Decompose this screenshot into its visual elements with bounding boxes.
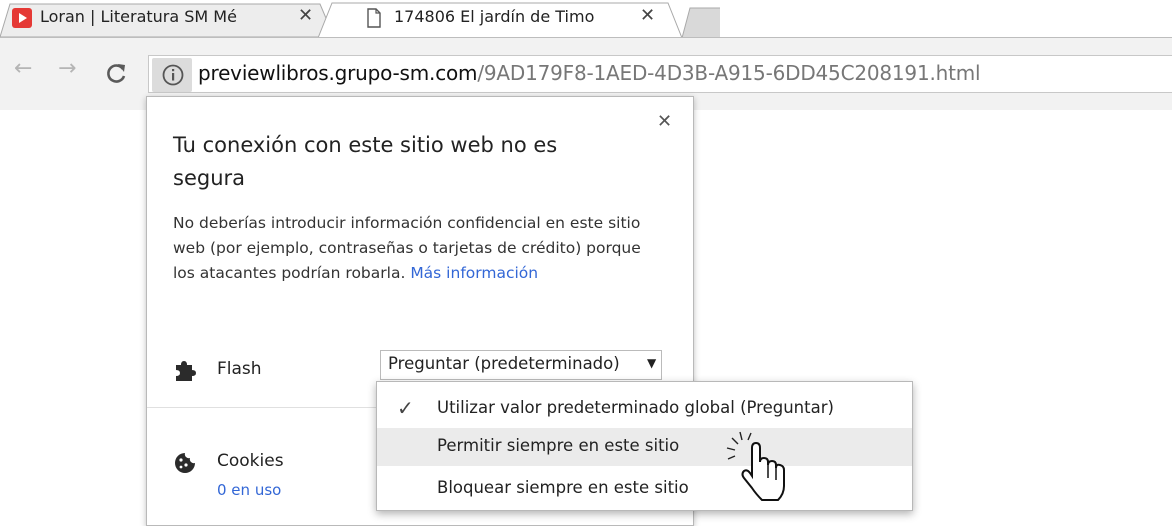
puzzle-plugin-icon [176, 361, 196, 381]
close-icon[interactable]: ✕ [657, 111, 672, 132]
url-path: /9AD179F8-1AED-4D3B-A915-6DD45C208191.ht… [477, 61, 981, 85]
hand-pointer-cursor-icon [726, 431, 785, 501]
menu-item-always-allow[interactable]: Permitir siempre en este sitio [377, 428, 912, 466]
back-arrow-icon[interactable]: ← [14, 56, 32, 81]
flash-label: Flash [217, 359, 262, 379]
menu-item-label: Bloquear siempre en este sitio [437, 478, 689, 497]
url-host: previewlibros.grupo-sm.com [198, 61, 478, 85]
close-icon[interactable]: ✕ [298, 5, 313, 26]
tab-strip: Loran | Literatura SM Mé ✕ 174806 El jar… [0, 0, 1172, 38]
site-info-button[interactable] [152, 58, 192, 92]
check-icon: ✓ [397, 396, 414, 420]
menu-item-label: Utilizar valor predeterminado global (Pr… [437, 398, 834, 417]
page-icon [367, 8, 381, 28]
cookies-label: Cookies [217, 451, 284, 471]
menu-item-label: Permitir siempre en este sitio [437, 436, 680, 455]
menu-item-always-block[interactable]: Bloquear siempre en este sitio [377, 470, 912, 508]
cookies-in-use-link[interactable]: 0 en uso [217, 481, 281, 499]
reload-icon[interactable] [104, 62, 128, 86]
more-info-link[interactable]: Más información [410, 264, 538, 282]
menu-item-use-global-default[interactable]: ✓ Utilizar valor predeterminado global (… [377, 390, 912, 428]
flash-options-menu: ✓ Utilizar valor predeterminado global (… [376, 381, 913, 511]
chevron-down-icon: ▼ [647, 356, 657, 370]
info-icon [162, 64, 184, 86]
url-text: previewlibros.grupo-sm.com/9AD179F8-1AED… [198, 61, 981, 85]
red-play-favicon-icon [12, 8, 32, 28]
close-icon[interactable]: ✕ [640, 5, 655, 26]
tab-title: 174806 El jardín de Timo [394, 7, 595, 26]
flash-select-value: Preguntar (predeterminado) [388, 354, 620, 373]
cookie-icon [175, 453, 195, 473]
new-tab-button[interactable] [690, 8, 724, 36]
warning-body: No deberías introducir información confi… [173, 214, 641, 282]
connection-warning-title: Tu conexión con este sitio web no es seg… [173, 133, 558, 190]
tab-title: Loran | Literatura SM Mé [40, 7, 237, 26]
connection-warning-text: No deberías introducir información confi… [173, 211, 653, 286]
forward-arrow-icon[interactable]: → [58, 56, 76, 81]
